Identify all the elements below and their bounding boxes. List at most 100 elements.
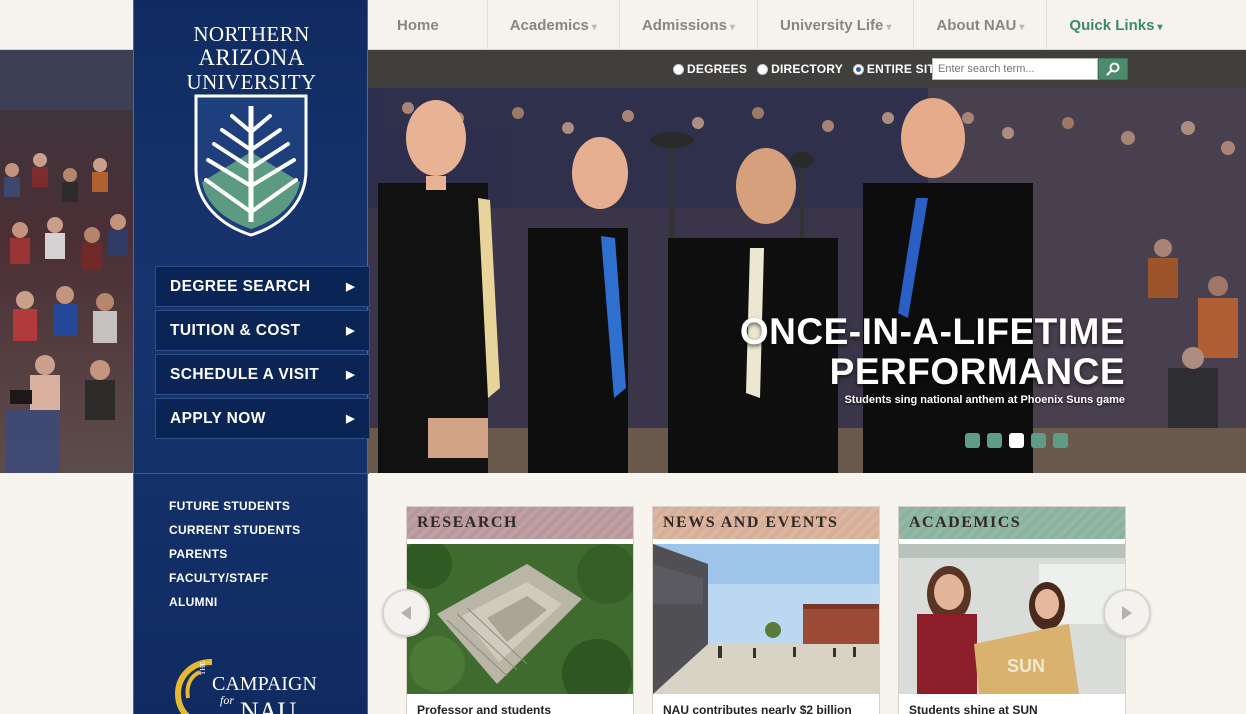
link-alumni[interactable]: ALUMNI	[169, 596, 300, 620]
chevron-down-icon: ▾	[886, 21, 892, 33]
carousel-next-button[interactable]	[1103, 589, 1151, 637]
radio-icon	[673, 63, 684, 75]
news-card-image	[653, 544, 879, 694]
nav-divider	[1046, 0, 1048, 50]
news-card[interactable]: NEWS AND EVENTS NAU contributes nearly $…	[652, 506, 880, 714]
slide-dot[interactable]	[987, 433, 1002, 448]
ruins-image	[407, 544, 633, 694]
hero-photo	[368, 88, 1246, 473]
research-card[interactable]: RESEARCH Professor and students	[406, 506, 634, 714]
link-future-students[interactable]: FUTURE STUDENTS	[169, 500, 300, 524]
radio-entire-site[interactable]: ENTIRE SITE	[852, 62, 943, 76]
nav-academics[interactable]: Academics ▾	[510, 17, 619, 34]
svg-text:for: for	[220, 693, 234, 707]
nav-divider	[757, 0, 758, 50]
radio-directory[interactable]: DIRECTORY	[757, 62, 843, 76]
nav-admissions-label: Admissions	[641, 16, 727, 34]
hero-image-left	[0, 50, 134, 473]
nav-university-life-label: University Life	[780, 16, 884, 34]
slide-dot[interactable]	[1031, 433, 1046, 448]
campaign-for-nau-logo[interactable]: THE CAMPAIGN for NAU	[172, 650, 332, 714]
chevron-down-icon: ▾	[729, 21, 735, 33]
play-arrow-icon: ▶	[346, 325, 355, 337]
university-shield-logo[interactable]	[192, 92, 310, 238]
hero-headline: ONCE-IN-A-LIFETIME PERFORMANCE	[740, 312, 1125, 392]
research-card-caption: Professor and students	[417, 703, 552, 714]
radio-directory-label: DIRECTORY	[771, 62, 843, 76]
radio-selected-icon	[852, 63, 864, 75]
research-card-heading: RESEARCH	[407, 507, 633, 539]
news-card-heading: NEWS AND EVENTS	[653, 507, 879, 539]
hero-banner[interactable]: ONCE-IN-A-LIFETIME PERFORMANCE Students …	[368, 88, 1246, 473]
nav-items: Home Academics ▾ Admissions ▾ University L…	[368, 0, 1184, 50]
schedule-visit-label: SCHEDULE A VISIT	[170, 365, 320, 383]
svg-text:THE: THE	[199, 661, 207, 675]
svg-text:SUN: SUN	[1007, 656, 1045, 676]
radio-icon	[757, 63, 769, 75]
nav-about-nau-label: About NAU	[936, 16, 1017, 34]
logo-line3: UNIVERSITY	[186, 70, 317, 94]
campus-image	[653, 544, 879, 694]
nav-divider	[913, 0, 915, 50]
nav-divider	[486, 0, 488, 50]
degree-search-button[interactable]: DEGREE SEARCH ▶	[155, 266, 370, 307]
academics-card-image: SUN	[899, 544, 1125, 694]
nav-divider	[618, 0, 620, 50]
hero-headline-line2: PERFORMANCE	[829, 351, 1125, 392]
academics-card[interactable]: ACADEMICS SUN Students shine at SUN	[898, 506, 1126, 714]
academics-card-caption: Students shine at SUN	[909, 703, 1038, 714]
svg-text:CAMPAIGN: CAMPAIGN	[212, 673, 317, 695]
logo-line2: ARIZONA	[198, 45, 305, 70]
students-image: SUN	[899, 544, 1125, 694]
play-arrow-icon: ▶	[346, 281, 355, 293]
nav-university-life[interactable]: University Life ▾	[780, 17, 913, 34]
sidebar-divider	[134, 473, 369, 474]
degree-search-label: DEGREE SEARCH	[170, 277, 311, 295]
academics-card-heading: ACADEMICS	[899, 507, 1125, 539]
search-icon	[1106, 62, 1120, 76]
chevron-left-icon	[401, 606, 411, 620]
university-logo-text[interactable]: NORTHERN ARIZONA UNIVERSITY	[134, 22, 369, 94]
hero-subtitle: Students sing national anthem at Phoenix…	[844, 394, 1125, 406]
link-current-students[interactable]: CURRENT STUDENTS	[169, 524, 300, 548]
slide-dots	[965, 433, 1068, 448]
carousel-prev-button[interactable]	[382, 589, 430, 637]
play-arrow-icon: ▶	[346, 369, 355, 381]
logo-line1: NORTHERN	[193, 22, 310, 46]
search-scope: DEGREES DIRECTORY ENTIRE SITE	[673, 50, 943, 88]
nav-admissions[interactable]: Admissions ▾	[642, 17, 757, 34]
apply-now-button[interactable]: APPLY NOW ▶	[155, 398, 370, 439]
nav-quick-links-label: Quick Links	[1069, 16, 1155, 34]
chevron-down-icon: ▾	[591, 21, 597, 33]
hero-headline-line1: ONCE-IN-A-LIFETIME	[739, 311, 1125, 352]
chevron-down-icon: ▾	[1019, 21, 1025, 33]
news-card-caption: NAU contributes nearly $2 billion	[663, 703, 852, 714]
nav-quick-links[interactable]: Quick Links ▾	[1069, 17, 1184, 34]
search-bar: DEGREES DIRECTORY ENTIRE SITE	[368, 50, 1246, 88]
slide-dot[interactable]	[965, 433, 980, 448]
link-faculty-staff[interactable]: FACULTY/STAFF	[169, 572, 300, 596]
sidebar: NORTHERN ARIZONA UNIVERSITY DEGREE SEARC…	[133, 0, 370, 714]
crowd-image	[0, 50, 134, 473]
schedule-visit-button[interactable]: SCHEDULE A VISIT ▶	[155, 354, 370, 395]
tuition-cost-label: TUITION & COST	[170, 321, 301, 339]
radio-degrees[interactable]: DEGREES	[673, 62, 747, 76]
search-input[interactable]	[932, 58, 1098, 80]
svg-text:NAU: NAU	[240, 697, 297, 714]
tuition-cost-button[interactable]: TUITION & COST ▶	[155, 310, 370, 351]
radio-degrees-label: DEGREES	[687, 62, 748, 76]
play-arrow-icon: ▶	[346, 413, 355, 425]
nav-about-nau[interactable]: About NAU ▾	[936, 17, 1046, 34]
apply-now-label: APPLY NOW	[170, 409, 266, 427]
slide-dot-active[interactable]	[1009, 433, 1024, 448]
nav-academics-label: Academics	[509, 16, 589, 34]
chevron-right-icon	[1122, 606, 1132, 620]
search-button[interactable]	[1098, 58, 1128, 80]
slide-dot[interactable]	[1053, 433, 1068, 448]
link-parents[interactable]: PARENTS	[169, 548, 300, 572]
research-card-image	[407, 544, 633, 694]
nav-home[interactable]: Home	[397, 17, 461, 34]
chevron-down-icon: ▾	[1157, 21, 1163, 33]
audience-links: FUTURE STUDENTS CURRENT STUDENTS PARENTS…	[169, 500, 300, 620]
nav-home-label: Home	[397, 16, 439, 34]
